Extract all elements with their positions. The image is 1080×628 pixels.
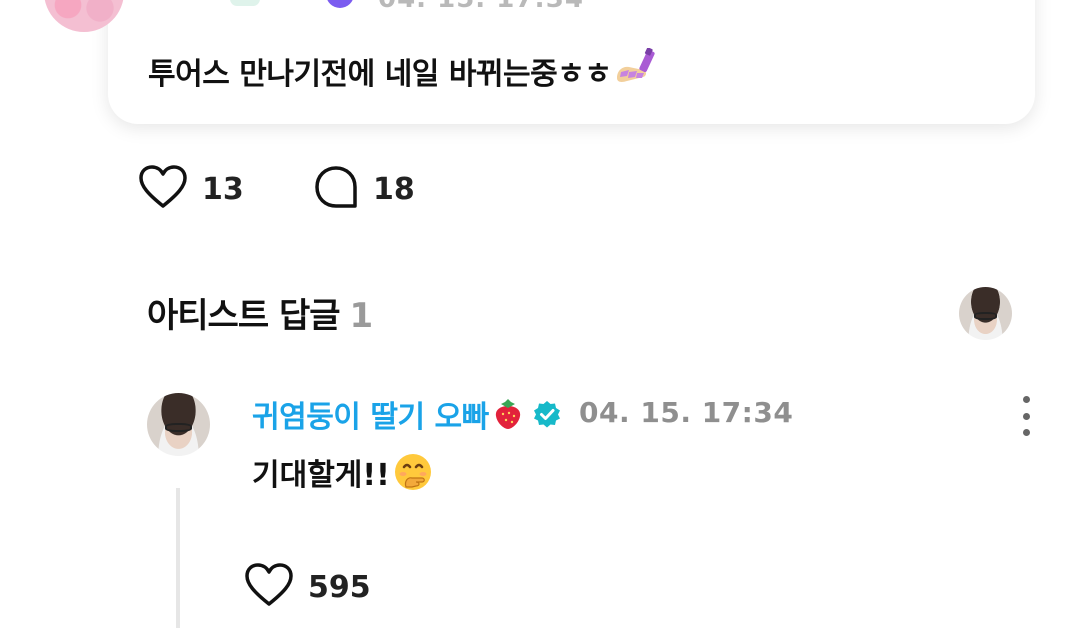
post-comment-count: 18 <box>373 171 415 207</box>
artist-replies-heading: 아티스트 답글 1 <box>147 288 374 337</box>
verified-badge-icon <box>533 400 561 428</box>
hand-over-mouth-face-icon <box>392 451 434 493</box>
post-date: 04. 15. 17:34 <box>378 0 584 14</box>
reply-author-avatar[interactable] <box>147 393 210 456</box>
reply-like-button[interactable]: 595 <box>244 562 371 612</box>
post-comment-button[interactable]: 18 <box>313 164 415 214</box>
comment-bubble-icon <box>313 164 359 214</box>
reply-author-name[interactable]: 귀염둥이 딸기 오빠 <box>252 392 561 436</box>
artist-avatar-small[interactable] <box>959 287 1012 340</box>
strawberry-icon <box>493 398 523 430</box>
post-like-count: 13 <box>202 171 244 207</box>
artist-replies-title: 아티스트 답글 <box>147 296 341 336</box>
post-author-name[interactable] <box>230 0 260 6</box>
artist-replies-count: 1 <box>349 296 374 336</box>
heart-icon <box>138 164 188 214</box>
reply-text: 기대할게!! <box>252 450 434 494</box>
more-options-icon[interactable] <box>1016 396 1036 436</box>
reply-like-count: 595 <box>308 569 371 605</box>
reply-thread-line <box>176 488 180 628</box>
nail-polish-icon <box>613 47 657 96</box>
post-like-button[interactable]: 13 <box>138 164 244 214</box>
reply-date: 04. 15. 17:34 <box>579 396 794 429</box>
post-text: 투어스 만나기전에 네일 바뀌는중ㅎㅎ <box>148 47 657 96</box>
heart-icon <box>244 562 294 612</box>
